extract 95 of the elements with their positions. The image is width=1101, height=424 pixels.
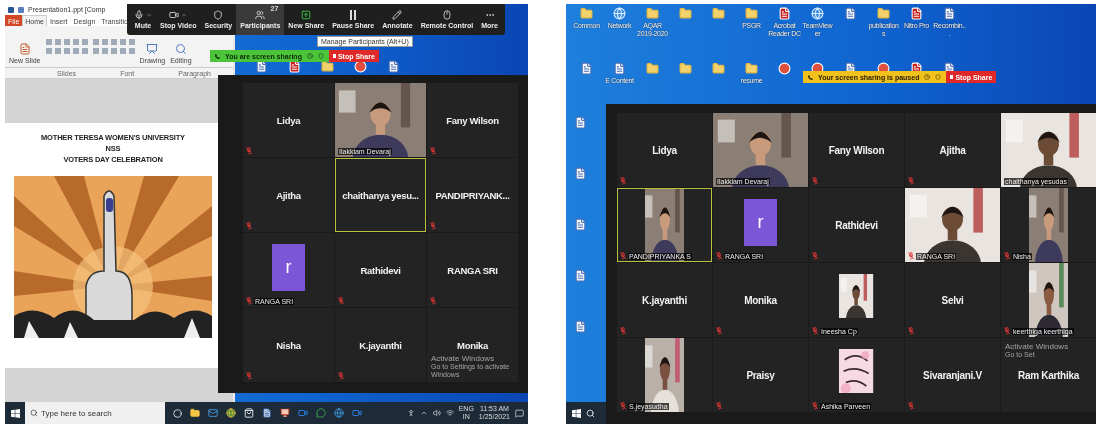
folder-icon[interactable] (877, 7, 890, 20)
participant-name: K.jayanthi (642, 294, 687, 306)
document-icon[interactable] (613, 62, 626, 75)
document-icon[interactable] (262, 408, 272, 418)
participant-tile[interactable]: chaithanya yesu... (335, 158, 426, 232)
browser-icon[interactable] (226, 408, 236, 418)
participant-tile[interactable]: RANGA SRI (427, 233, 518, 307)
chat-icon[interactable] (316, 408, 326, 418)
undo-icon[interactable] (18, 6, 24, 13)
participant-tile[interactable]: Nisha (243, 308, 334, 382)
slide-icon (18, 43, 31, 55)
caret-icon[interactable] (181, 12, 188, 18)
document-icon[interactable] (574, 269, 587, 282)
document-icon[interactable] (574, 167, 587, 180)
participant-tile[interactable]: Praisy (713, 338, 808, 412)
participant-tile[interactable]: K.jayanthi (335, 308, 426, 382)
microphone-icon (134, 10, 144, 20)
search-icon[interactable] (586, 408, 595, 418)
participant-name: RANGA SRI (447, 264, 498, 276)
people-icon (255, 10, 266, 20)
participant-name: Fany Wilson (446, 114, 499, 126)
save-icon[interactable] (8, 6, 14, 13)
avatar-initial: r (744, 198, 777, 246)
search-icon (174, 43, 187, 55)
participant-name: K.jayanthi (359, 339, 402, 351)
participant-tile[interactable]: Rathidevi (809, 188, 904, 262)
participant-name: Monika (457, 339, 488, 351)
avatar-initial: r (272, 243, 305, 291)
activation-notice: Activate Windows (431, 354, 496, 363)
participant-tile[interactable]: Lidya (243, 83, 334, 157)
video-camera-icon[interactable] (352, 408, 362, 418)
caret-icon[interactable] (419, 409, 428, 417)
slides-icon[interactable] (280, 408, 290, 418)
participant-name: Rathidevi (360, 264, 401, 276)
participant-tile[interactable]: Monika (713, 263, 808, 337)
document-icon[interactable] (574, 116, 587, 129)
shield-icon (935, 74, 942, 80)
network-icon[interactable] (445, 409, 454, 417)
participant-name: Monika (744, 294, 777, 306)
participant-name: Lidya (276, 114, 301, 126)
participant-name: Ajitha (276, 189, 301, 201)
document-icon[interactable] (943, 7, 956, 20)
shield-icon (213, 10, 224, 20)
participant-name: Nisha (276, 339, 301, 351)
search-field[interactable]: Type here to search (25, 402, 165, 424)
mouse-icon (441, 10, 452, 20)
search-icon (30, 409, 38, 417)
video-camera-icon (169, 10, 180, 20)
document-icon[interactable] (574, 218, 587, 231)
notification-icon[interactable] (515, 408, 524, 418)
pencil-icon (392, 10, 403, 20)
participant-name: Praisy (746, 369, 775, 381)
participant-tile[interactable]: Fany Wilson (809, 113, 904, 187)
folder-icon[interactable] (321, 60, 334, 73)
participant-name: Selvi (941, 294, 964, 306)
app-icon[interactable] (778, 62, 791, 75)
participant-name: Ram Karthika (1018, 369, 1079, 381)
participant-name: PANDIPRIYANK... (435, 189, 510, 201)
participant-name: Fany Wilson (828, 144, 885, 156)
participant-name: chaithanya yesu... (342, 189, 419, 201)
participant-name: Ajitha (939, 144, 966, 156)
document-icon[interactable] (580, 62, 593, 75)
pause-icon (350, 10, 357, 20)
participant-tile[interactable]: K.jayanthi (617, 263, 712, 337)
participant-tile[interactable]: Lidya (617, 113, 712, 187)
phone-icon (808, 74, 813, 80)
document-icon[interactable] (574, 320, 587, 333)
participant-tile[interactable]: Rathidevi (335, 233, 426, 307)
globe-icon[interactable] (334, 408, 344, 418)
participant-tile[interactable]: Ajitha (243, 158, 334, 232)
participant-name: Rathidevi (835, 219, 878, 231)
document-icon[interactable] (844, 7, 857, 20)
participant-tile[interactable]: PANDIPRIYANK... (427, 158, 518, 232)
participant-tile[interactable]: Fany Wilson (427, 83, 518, 157)
participant-tile[interactable]: Ajitha (905, 113, 1000, 187)
phone-icon (215, 53, 220, 59)
windows-logo-icon[interactable] (571, 408, 581, 418)
clock-icon (306, 53, 313, 59)
mail-icon[interactable] (208, 408, 218, 418)
speaker-icon[interactable] (432, 409, 441, 417)
clock-icon (924, 74, 931, 80)
activation-notice: Activate Windows (1005, 342, 1070, 351)
participant-name: Lidya (652, 144, 677, 156)
participant-name: Sivaranjani.V (923, 369, 982, 381)
document-icon[interactable] (387, 60, 400, 73)
video-camera-icon[interactable] (298, 408, 308, 418)
caret-icon[interactable] (146, 12, 152, 18)
folder-icon[interactable] (190, 408, 200, 418)
windows-logo-icon[interactable] (10, 408, 20, 418)
shield-icon (317, 53, 324, 59)
participant-tile[interactable]: Sivaranjani.V (905, 338, 1000, 412)
store-icon[interactable] (244, 408, 254, 418)
person-icon[interactable] (406, 409, 415, 417)
participant-tile[interactable]: Selvi (905, 263, 1000, 337)
app-icon[interactable] (354, 60, 367, 73)
